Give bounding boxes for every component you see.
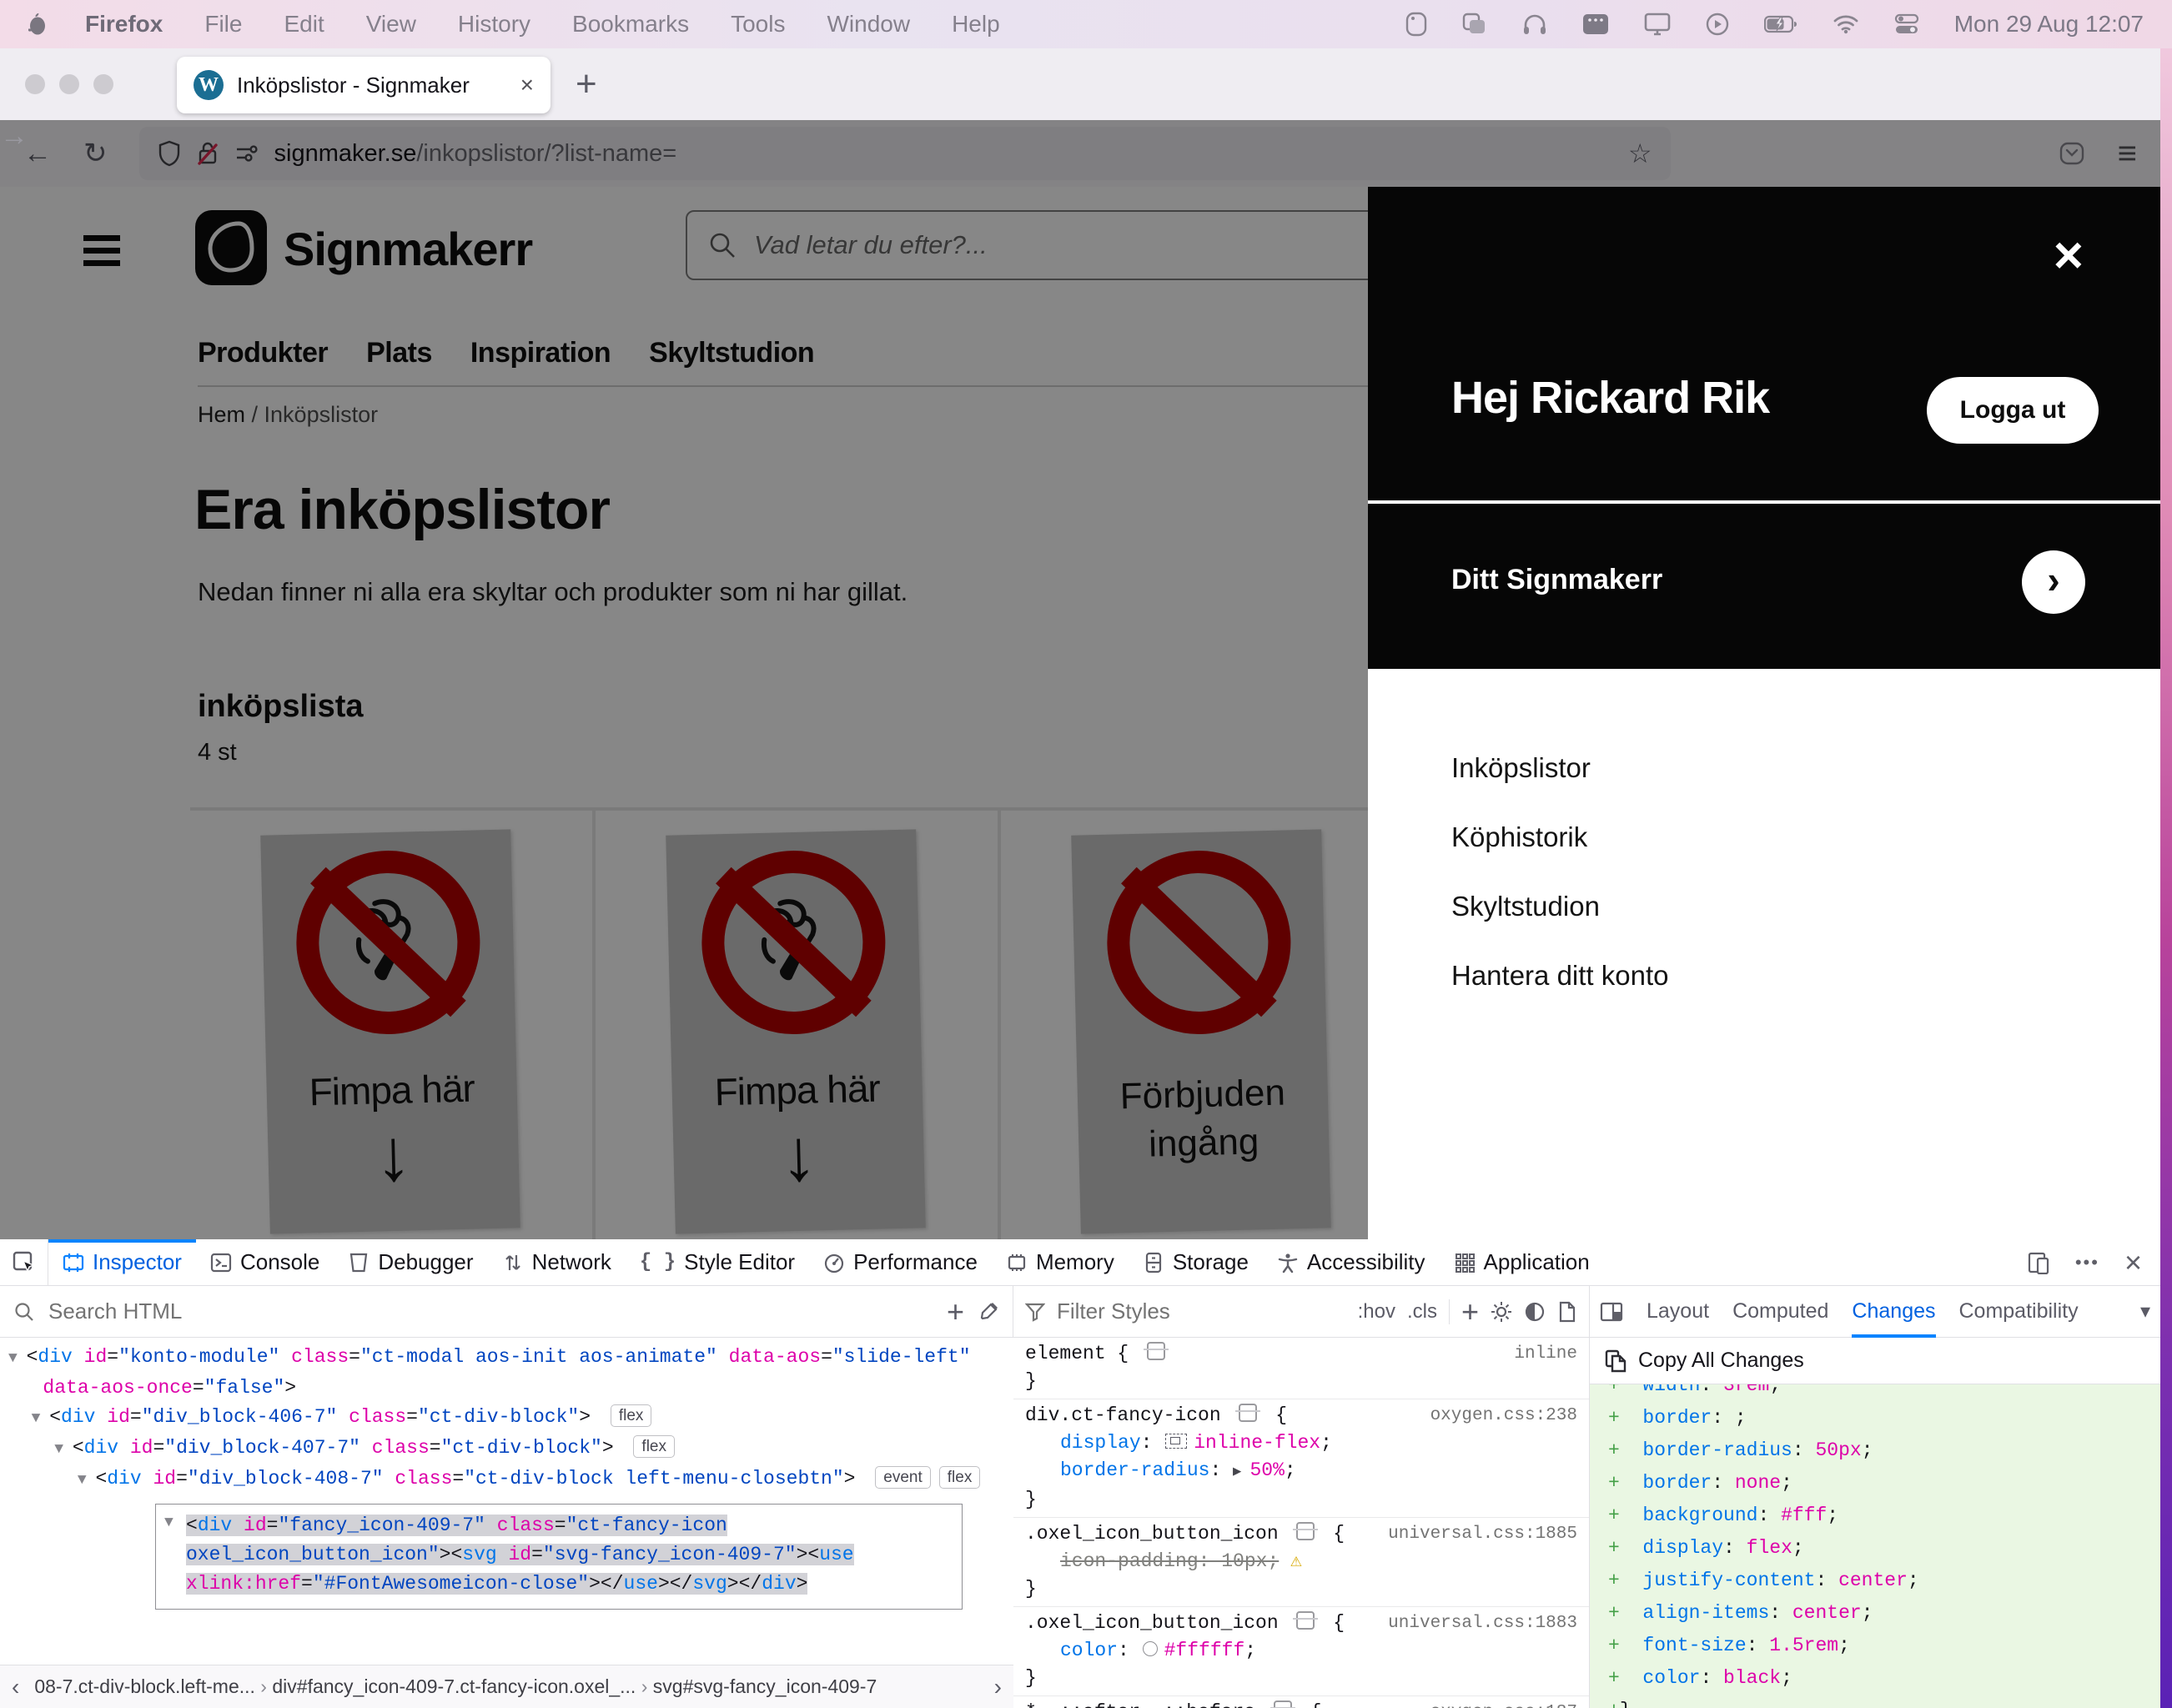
breadcrumb-node[interactable]: svg#svg-fancy_icon-409-7 [653, 1675, 877, 1697]
changes-pane: Copy All Changes + width: 3rem;+ border:… [1590, 1338, 2160, 1708]
control-center-icon[interactable] [1894, 13, 1919, 36]
responsive-mode-icon[interactable] [2027, 1251, 2050, 1274]
window-minimize-button[interactable] [59, 74, 79, 94]
css-rules-pane[interactable]: element { inline}div.ct-fancy-icon {oxyg… [1013, 1338, 1590, 1708]
class-toggle[interactable]: .cls [1407, 1300, 1437, 1324]
eyedropper-icon[interactable] [978, 1301, 999, 1323]
menubar-history[interactable]: History [458, 11, 530, 38]
sidebar-tab-computed[interactable]: Computed [1732, 1286, 1828, 1338]
selected-node-editor[interactable]: ▼ <div id="fancy_icon-409-7" class="ct-f… [155, 1504, 963, 1610]
macos-menubar: Firefox File Edit View History Bookmarks… [0, 0, 2172, 48]
screen: Firefox File Edit View History Bookmarks… [0, 0, 2172, 1708]
sidebar-more-icon[interactable]: ▾ [2140, 1299, 2150, 1324]
light-mode-icon[interactable] [1491, 1301, 1512, 1323]
account-greeting: Hej Rickard Rik [1451, 372, 1769, 424]
twisty-icon[interactable]: ▼ [164, 1515, 173, 1531]
menubar-bookmarks[interactable]: Bookmarks [572, 11, 689, 38]
new-tab-button[interactable]: + [576, 63, 597, 105]
display-icon[interactable] [1644, 13, 1671, 36]
sidebar-tab-layout[interactable]: Layout [1647, 1286, 1709, 1338]
window-close-button[interactable] [25, 74, 45, 94]
devtools-subbar: Search HTML + Filter Styles :hov .cls + [0, 1286, 2160, 1338]
tab-style-editor[interactable]: { }Style Editor [626, 1239, 809, 1285]
three-pane-toggle-icon[interactable] [1600, 1302, 1623, 1322]
search-icon [13, 1301, 35, 1323]
account-panel-section[interactable]: Ditt Signmakerr › [1368, 504, 2160, 669]
battery-icon[interactable] [1764, 15, 1797, 33]
apple-icon[interactable] [28, 13, 48, 36]
trackpad-status-icon[interactable] [1405, 12, 1427, 37]
tab-debugger[interactable]: Debugger [334, 1239, 487, 1285]
tab-close-icon[interactable]: × [520, 72, 534, 98]
crumb-back-icon[interactable]: ‹ [12, 1674, 19, 1700]
play-status-icon[interactable] [1706, 13, 1729, 36]
sidebar-tab-compatibility[interactable]: Compatibility [1959, 1286, 2079, 1338]
tab-console[interactable]: Console [196, 1239, 334, 1285]
tab-inspector[interactable]: Inspector [48, 1239, 196, 1285]
link-inkopslistor[interactable]: Inköpslistor [1451, 752, 1669, 786]
crumb-forward-icon[interactable]: › [994, 1674, 1002, 1700]
menubar-view[interactable]: View [366, 11, 416, 38]
devtools-more-icon[interactable]: ••• [2075, 1252, 2099, 1273]
inspector-breadcrumb-bar: ‹ 08-7.ct-div-block.left-me... › div#fan… [0, 1665, 1013, 1708]
breadcrumb-node[interactable]: div#fancy_icon-409-7.ct-fancy-icon.oxel_… [272, 1675, 636, 1697]
browser-tab[interactable]: W Inköpslistor - Signmaker × [177, 57, 551, 113]
tab-network[interactable]: Network [488, 1239, 626, 1285]
headphones-icon[interactable] [1522, 12, 1547, 37]
element-picker-icon[interactable] [0, 1239, 48, 1285]
link-kophistorik[interactable]: Köphistorik [1451, 821, 1669, 855]
search-html-input[interactable]: Search HTML [48, 1299, 182, 1324]
print-sim-icon[interactable] [1557, 1301, 1577, 1323]
menubar-tools[interactable]: Tools [731, 11, 785, 38]
link-hantera-konto[interactable]: Hantera ditt konto [1451, 960, 1669, 993]
dark-mode-icon[interactable] [1524, 1301, 1546, 1323]
logout-button[interactable]: Logga ut [1927, 377, 2099, 444]
breadcrumb-node[interactable]: 08-7.ct-div-block.left-me... [34, 1675, 255, 1697]
chevron-right-icon[interactable]: › [2022, 550, 2085, 614]
menubar-file[interactable]: File [204, 11, 242, 38]
tab-accessibility[interactable]: Accessibility [1263, 1239, 1440, 1285]
pseudo-class-toggle[interactable]: :hov [1358, 1300, 1395, 1324]
tab-performance[interactable]: Performance [809, 1239, 992, 1285]
devtools-close-icon[interactable]: × [2124, 1245, 2142, 1280]
tab-title: Inköpslistor - Signmaker [237, 73, 507, 98]
menubar-edit[interactable]: Edit [284, 11, 324, 38]
browser-toolbar: ← → ↻ signmaker.se/inkopslistor/?list-na… [0, 120, 2160, 187]
link-skyltstudion[interactable]: Skyltstudion [1451, 891, 1669, 924]
changes-diff[interactable]: + width: 3rem;+ border: ;+ border-radius… [1590, 1384, 2160, 1708]
sidebar-tab-changes[interactable]: Changes [1852, 1286, 1935, 1338]
account-panel: × Hej Rickard Rik Logga ut Ditt Signmake… [1368, 187, 2160, 1239]
keyboard-icon[interactable] [1582, 13, 1609, 36]
section-label: Ditt Signmakerr [1451, 564, 1662, 596]
account-panel-links: Inköpslistor Köphistorik Skyltstudion Ha… [1368, 669, 2160, 1239]
stage-manager-icon[interactable] [1462, 13, 1487, 36]
tab-storage[interactable]: Storage [1129, 1239, 1263, 1285]
filter-icon [1025, 1302, 1045, 1322]
tab-application[interactable]: Application [1440, 1239, 1604, 1285]
tab-memory[interactable]: Memory [992, 1239, 1129, 1285]
menubar-window[interactable]: Window [827, 11, 910, 38]
copy-icon [1605, 1349, 1626, 1373]
account-panel-header: × Hej Rickard Rik Logga ut [1368, 187, 2160, 500]
close-icon[interactable]: × [2054, 230, 2084, 282]
browser-window: W Inköpslistor - Signmaker × + ← → ↻ sig… [0, 48, 2160, 1708]
page-viewport: Signmakerr Vad letar du efter?... Produk… [0, 187, 2160, 1239]
menubar-app-name[interactable]: Firefox [85, 11, 163, 38]
add-node-button[interactable]: + [947, 1294, 964, 1329]
forward-button[interactable]: → [0, 120, 2160, 187]
devtools-toolbar: Inspector Console Debugger Network { }St… [0, 1239, 2160, 1286]
window-zoom-button[interactable] [93, 74, 113, 94]
wifi-icon[interactable] [1833, 14, 1859, 34]
menubar-help[interactable]: Help [952, 11, 1000, 38]
devtools: Inspector Console Debugger Network { }St… [0, 1239, 2160, 1708]
wordpress-favicon: W [194, 70, 224, 100]
filter-styles-input[interactable]: Filter Styles [1057, 1299, 1170, 1324]
html-tree-pane[interactable]: ▼ <div id="konto-module" class="ct-modal… [0, 1338, 1013, 1665]
add-rule-button[interactable]: + [1461, 1294, 1479, 1329]
menubar-clock[interactable]: Mon 29 Aug 12:07 [1954, 11, 2144, 38]
devtools-main: ▼ <div id="konto-module" class="ct-modal… [0, 1338, 2160, 1708]
copy-all-changes-button[interactable]: Copy All Changes [1590, 1338, 2160, 1384]
tab-strip: W Inköpslistor - Signmaker × + [0, 48, 2160, 120]
